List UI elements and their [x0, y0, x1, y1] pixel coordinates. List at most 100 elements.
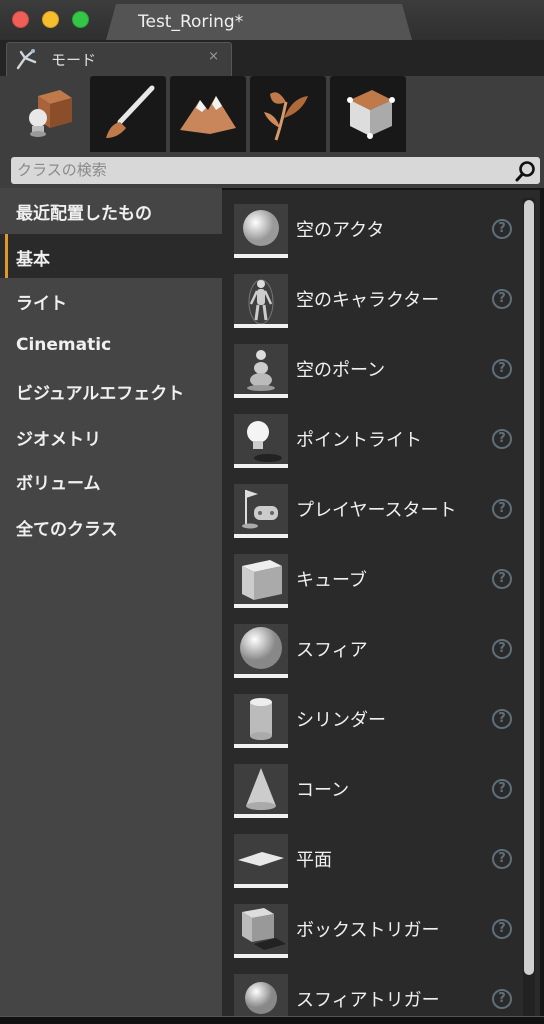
class-search-input[interactable]	[17, 159, 507, 181]
category-visual-effects[interactable]: ビジュアルエフェクト	[0, 368, 222, 412]
help-icon[interactable]: ?	[492, 359, 512, 379]
landscape-icon	[180, 96, 236, 134]
item-thumbnail	[234, 414, 288, 468]
player-start-icon	[242, 490, 278, 529]
placeable-item-list: 空のアクタ ? 空のキャラクター ? 空のポーン ? ポイントライト ? プレイ…	[222, 190, 540, 1016]
modes-icon	[16, 49, 37, 70]
foliage-icon	[264, 92, 308, 141]
item-thumbnail	[234, 204, 288, 258]
foliage-mode-button[interactable]	[250, 76, 326, 152]
document-tab[interactable]: Test_Roring*	[106, 4, 412, 40]
item-thumbnail	[234, 554, 288, 608]
geometry-edit-icon	[347, 90, 395, 139]
landscape-mode-button[interactable]	[170, 76, 246, 152]
category-lights[interactable]: ライト	[0, 278, 222, 322]
tab-modes[interactable]: モード ×	[6, 42, 232, 76]
list-item-sphere-trigger[interactable]: スフィアトリガー ?	[222, 962, 540, 1016]
list-item-empty-actor[interactable]: 空のアクタ ?	[222, 192, 540, 262]
item-label: コーン	[296, 780, 350, 801]
category-list: 最近配置したもの 基本 ライト Cinematic ビジュアルエフェクト ジオメ…	[0, 188, 222, 1018]
class-search-box	[11, 157, 540, 184]
item-thumbnail	[234, 694, 288, 748]
list-item-cylinder[interactable]: シリンダー ?	[222, 682, 540, 752]
category-all-classes[interactable]: 全てのクラス	[0, 504, 222, 548]
help-icon[interactable]: ?	[492, 429, 512, 449]
box-trigger-icon	[242, 908, 286, 950]
panel-tab-row: モード ×	[0, 40, 544, 76]
paint-brush-icon	[106, 85, 155, 138]
list-item-plane[interactable]: 平面 ?	[222, 822, 540, 892]
item-thumbnail	[234, 834, 288, 888]
search-icon[interactable]	[514, 159, 538, 183]
cylinder-icon	[250, 698, 272, 740]
empty-pawn-icon	[247, 350, 275, 391]
window-minimize-button[interactable]	[42, 11, 59, 28]
cube-icon	[242, 560, 282, 600]
sphere-trigger-icon	[245, 982, 277, 1014]
category-basic[interactable]: 基本	[0, 234, 222, 278]
category-label: ライト	[16, 294, 67, 314]
item-label: ボックストリガー	[296, 920, 440, 941]
item-thumbnail	[234, 764, 288, 818]
category-cinematic[interactable]: Cinematic	[0, 324, 222, 368]
panel-bottom-edge	[0, 1016, 544, 1024]
category-label: 全てのクラス	[16, 520, 118, 540]
help-icon[interactable]: ?	[492, 709, 512, 729]
place-mode-icon	[29, 90, 72, 137]
category-geometry[interactable]: ジオメトリ	[0, 414, 222, 458]
cone-icon	[246, 768, 276, 810]
tab-close-icon[interactable]: ×	[208, 49, 219, 64]
help-icon[interactable]: ?	[492, 219, 512, 239]
item-label: 空のキャラクター	[296, 290, 440, 311]
item-thumbnail	[234, 484, 288, 538]
help-icon[interactable]: ?	[492, 569, 512, 589]
search-bar-area	[0, 152, 544, 188]
list-item-point-light[interactable]: ポイントライト ?	[222, 402, 540, 472]
list-scrollbar-thumb[interactable]	[524, 200, 534, 975]
list-item-empty-character[interactable]: 空のキャラクター ?	[222, 262, 540, 332]
item-thumbnail	[234, 974, 288, 1016]
window-maximize-button[interactable]	[72, 11, 89, 28]
item-label: スフィア	[296, 640, 368, 661]
item-thumbnail	[234, 344, 288, 398]
item-label: スフィアトリガー	[296, 990, 440, 1011]
item-label: 空のポーン	[296, 360, 386, 381]
help-icon[interactable]: ?	[492, 289, 512, 309]
item-label: 平面	[296, 850, 332, 871]
help-icon[interactable]: ?	[492, 779, 512, 799]
window-titlebar: Test_Roring*	[0, 0, 544, 40]
help-icon[interactable]: ?	[492, 919, 512, 939]
paint-mode-button[interactable]	[90, 76, 166, 152]
list-item-player-start[interactable]: プレイヤースタート ?	[222, 472, 540, 542]
item-thumbnail	[234, 274, 288, 328]
category-volumes[interactable]: ボリューム	[0, 458, 222, 502]
category-label: 最近配置したもの	[16, 204, 152, 224]
category-label: ビジュアルエフェクト	[16, 384, 185, 404]
item-thumbnail	[234, 624, 288, 678]
mode-toolbar	[0, 76, 544, 152]
category-label: ジオメトリ	[16, 430, 101, 450]
window-close-button[interactable]	[12, 11, 29, 28]
empty-actor-icon	[243, 210, 279, 246]
document-title: Test_Roring*	[138, 12, 244, 32]
category-label: Cinematic	[16, 335, 112, 355]
plane-icon	[238, 852, 284, 866]
geometry-mode-button[interactable]	[330, 76, 406, 152]
category-recently-placed[interactable]: 最近配置したもの	[0, 188, 222, 232]
place-mode-button[interactable]	[10, 76, 86, 152]
help-icon[interactable]: ?	[492, 989, 512, 1009]
list-item-empty-pawn[interactable]: 空のポーン ?	[222, 332, 540, 402]
list-item-sphere[interactable]: スフィア ?	[222, 612, 540, 682]
help-icon[interactable]: ?	[492, 639, 512, 659]
empty-character-icon	[248, 279, 274, 324]
help-icon[interactable]: ?	[492, 849, 512, 869]
list-item-cone[interactable]: コーン ?	[222, 752, 540, 822]
tab-modes-label: モード	[51, 51, 97, 69]
category-label: ボリューム	[16, 474, 101, 494]
item-thumbnail	[234, 904, 288, 958]
help-icon[interactable]: ?	[492, 499, 512, 519]
item-label: 空のアクタ	[296, 220, 385, 241]
list-item-box-trigger[interactable]: ボックストリガー ?	[222, 892, 540, 962]
list-item-cube[interactable]: キューブ ?	[222, 542, 540, 612]
item-label: プレイヤースタート	[296, 500, 457, 521]
